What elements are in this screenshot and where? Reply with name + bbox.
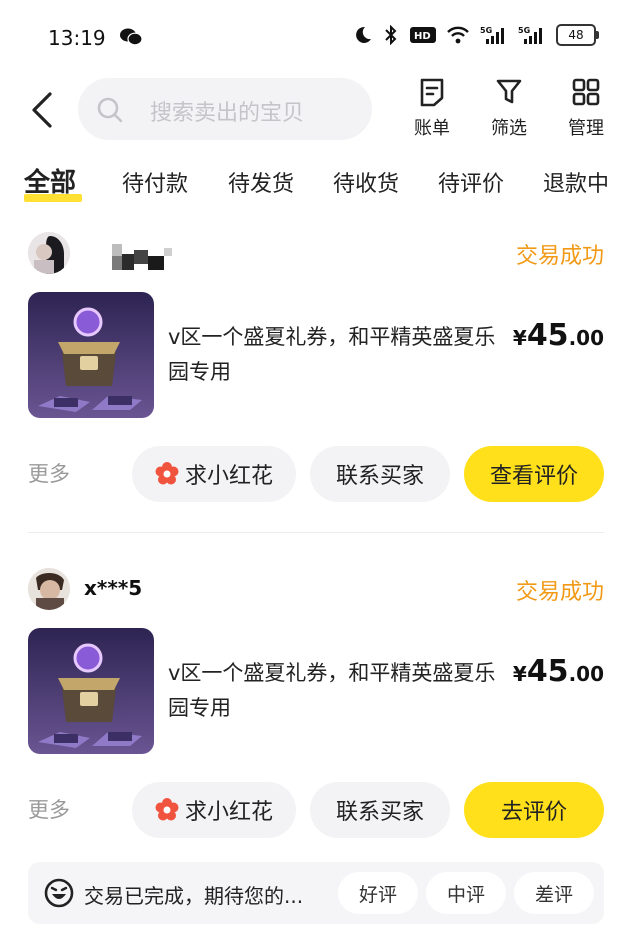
- price-decimal: .00: [568, 662, 604, 686]
- wifi-icon: [447, 26, 469, 44]
- header: 搜索卖出的宝贝 账单 筛选 管理: [0, 72, 632, 148]
- product-price: ¥45.00: [513, 654, 604, 689]
- bill-icon: [420, 78, 444, 107]
- product-title[interactable]: v区一个盛夏礼券，和平精英盛夏乐园专用: [168, 656, 508, 726]
- order-card: 交易成功 v区一个盛夏礼券，和平精英盛夏乐园专用 ¥45.00 更多 求小红花 …: [0, 232, 632, 542]
- grid-icon: [572, 78, 600, 106]
- product-thumbnail[interactable]: [28, 292, 154, 418]
- manage-label: 管理: [568, 118, 604, 139]
- signal-5g-icon: 5G: [480, 26, 504, 44]
- signal-5g-icon: 5G: [518, 26, 542, 44]
- tab-pending-shipment[interactable]: 待发货: [228, 166, 294, 198]
- avatar[interactable]: [28, 232, 70, 274]
- search-icon: [97, 97, 123, 123]
- tab-pending-review[interactable]: 待评价: [438, 166, 504, 198]
- svg-text:5G: 5G: [518, 26, 530, 35]
- smiley-icon: [44, 878, 74, 908]
- price-integer: 45: [526, 654, 569, 689]
- blurred-username: [112, 244, 172, 270]
- price-currency: ¥: [512, 662, 527, 686]
- price-integer: 45: [526, 318, 569, 353]
- status-bar: 13:19 HD 5G 5G 48: [0, 0, 632, 72]
- wechat-icon: [120, 28, 142, 46]
- svg-text:5G: 5G: [480, 26, 492, 35]
- battery-level: 48: [568, 28, 584, 42]
- contact-buyer-button[interactable]: 联系买家: [310, 446, 450, 502]
- price-currency: ¥: [512, 326, 527, 350]
- order-tabs: 全部 待付款 待发货 待收货 待评价 退款中: [0, 160, 632, 208]
- product-thumbnail[interactable]: [28, 628, 154, 754]
- divider: [28, 532, 604, 533]
- ask-flower-label: 求小红花: [184, 800, 273, 825]
- tab-pending-receipt[interactable]: 待收货: [333, 166, 399, 198]
- back-arrow-icon[interactable]: [26, 88, 60, 132]
- filter-label: 筛选: [491, 118, 527, 139]
- contact-buyer-button[interactable]: 联系买家: [310, 782, 450, 838]
- review-prompt: 交易已完成，期待您的...: [84, 884, 304, 908]
- tab-all[interactable]: 全部: [24, 162, 76, 199]
- tab-refund[interactable]: 退款中: [543, 166, 609, 198]
- ask-flower-button[interactable]: 求小红花: [132, 782, 296, 838]
- bill-label: 账单: [414, 118, 450, 139]
- battery-indicator: 48: [556, 24, 599, 46]
- order-status: 交易成功: [515, 244, 604, 269]
- bill-button[interactable]: 账单: [404, 76, 460, 140]
- price-decimal: .00: [568, 326, 604, 350]
- neutral-review-button[interactable]: 中评: [426, 872, 506, 914]
- manage-button[interactable]: 管理: [558, 76, 614, 140]
- avatar[interactable]: [28, 568, 70, 610]
- order-status: 交易成功: [515, 580, 604, 605]
- write-review-button[interactable]: 去评价: [464, 782, 604, 838]
- bad-review-button[interactable]: 差评: [514, 872, 594, 914]
- product-title[interactable]: v区一个盛夏礼券，和平精英盛夏乐园专用: [168, 320, 508, 390]
- ask-flower-label: 求小红花: [184, 464, 273, 489]
- good-review-button[interactable]: 好评: [338, 872, 418, 914]
- hd-icon: HD: [410, 27, 436, 43]
- more-link[interactable]: 更多: [28, 794, 70, 824]
- view-review-button[interactable]: 查看评价: [464, 446, 604, 502]
- search-placeholder: 搜索卖出的宝贝: [150, 101, 305, 126]
- clock: 13:19: [48, 26, 106, 50]
- red-flower-icon: [155, 798, 179, 821]
- bluetooth-icon: [385, 25, 397, 45]
- order-card: x***5 交易成功 v区一个盛夏礼券，和平精英盛夏乐园专用 ¥45.00 更多: [0, 568, 632, 878]
- quick-review-bar: 交易已完成，期待您的... 好评 中评 差评: [28, 862, 604, 924]
- filter-icon: [496, 79, 522, 104]
- tab-pending-payment[interactable]: 待付款: [122, 166, 188, 198]
- red-flower-icon: [155, 462, 179, 485]
- more-link[interactable]: 更多: [28, 458, 70, 488]
- moon-icon: [356, 26, 371, 43]
- search-input[interactable]: 搜索卖出的宝贝: [78, 78, 372, 140]
- ask-flower-button[interactable]: 求小红花: [132, 446, 296, 502]
- product-price: ¥45.00: [513, 318, 604, 353]
- svg-text:HD: HD: [414, 31, 431, 42]
- filter-button[interactable]: 筛选: [481, 76, 537, 140]
- buyer-name: x***5: [84, 576, 143, 600]
